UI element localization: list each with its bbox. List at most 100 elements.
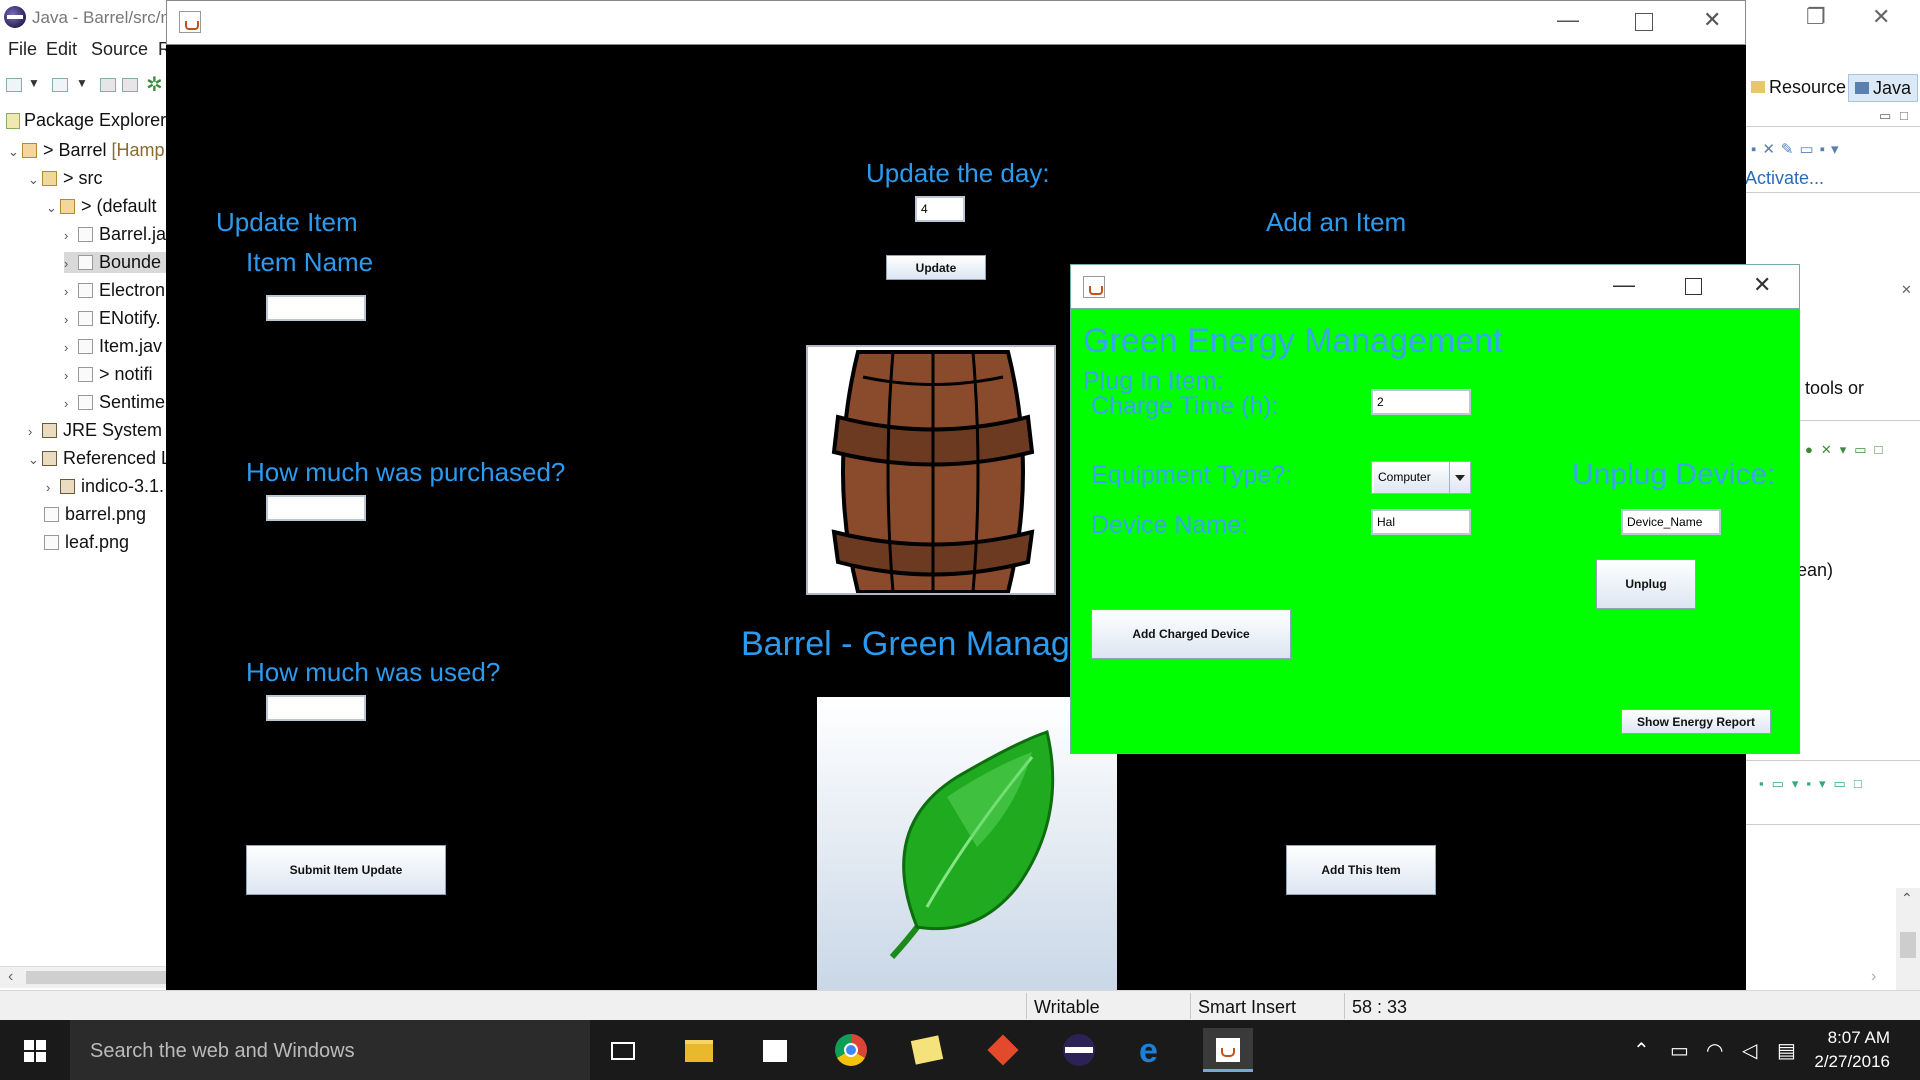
status-insert-mode: Smart Insert <box>1198 997 1297 1017</box>
main-title: Barrel - Green Manag <box>741 625 1070 663</box>
add-this-item-button[interactable]: Add This Item <box>1286 845 1436 895</box>
menu-file[interactable]: File <box>8 39 37 60</box>
tree-item-barrel[interactable]: ⌄ > Barrel [Hamp <box>8 140 165 161</box>
task-view-icon[interactable] <box>601 1028 645 1072</box>
chevron-down-icon[interactable]: ⌄ <box>46 200 60 216</box>
maximize-icon[interactable] <box>1635 13 1653 31</box>
tree-item-item-java[interactable]: › Item.jav <box>64 336 162 357</box>
save-all-icon[interactable] <box>122 78 138 92</box>
equipment-type-select[interactable]: Computer <box>1371 461 1471 494</box>
close-icon[interactable]: ✕ <box>1872 4 1890 30</box>
store-icon[interactable] <box>753 1028 797 1072</box>
wifi-icon[interactable]: ◠ <box>1706 1038 1723 1063</box>
battery-icon[interactable]: ▭ <box>1670 1038 1689 1063</box>
purchased-label: How much was purchased? <box>246 457 566 487</box>
item-name-input[interactable] <box>266 295 366 321</box>
tree-item-notifi[interactable]: › > notifi <box>64 364 153 385</box>
device-name-input[interactable]: Hal <box>1371 509 1471 535</box>
tree-item-barrel-java[interactable]: › Barrel.ja <box>64 224 166 245</box>
chevron-up-icon[interactable]: ⌃ <box>1901 890 1913 907</box>
library-icon <box>42 451 57 466</box>
problems-toolbar-icons[interactable]: ●✕▾▭□ <box>1805 442 1890 458</box>
chevron-up-icon[interactable]: ⌃ <box>1633 1038 1650 1063</box>
tree-item-jre[interactable]: › JRE System L <box>28 420 177 441</box>
volume-icon[interactable]: ◁ <box>1742 1038 1757 1063</box>
chevron-down-icon[interactable]: ▼ <box>28 76 40 90</box>
update-button[interactable]: Update <box>886 255 986 280</box>
maximize-icon[interactable]: □ <box>1900 108 1908 123</box>
restore-icon[interactable]: ❐ <box>1806 4 1826 30</box>
tree-item-leaf-png[interactable]: leaf.png <box>44 532 129 553</box>
close-icon[interactable]: ✕ <box>1901 282 1912 298</box>
image-file-icon <box>44 507 59 522</box>
chrome-icon[interactable] <box>829 1028 873 1072</box>
java-taskbar-icon[interactable] <box>1203 1028 1253 1072</box>
unplug-device-input[interactable]: Device_Name <box>1621 509 1721 535</box>
maximize-icon[interactable] <box>1685 278 1702 295</box>
taskbar-search[interactable]: Search the web and Windows <box>70 1020 590 1080</box>
chevron-down-icon[interactable]: ⌄ <box>28 172 42 188</box>
tree-item-src[interactable]: ⌄ > src <box>28 168 103 189</box>
minimize-icon[interactable]: — <box>1557 7 1579 33</box>
charge-time-input[interactable]: 2 <box>1371 389 1471 415</box>
used-input[interactable] <box>266 695 366 721</box>
outline-toolbar-icons[interactable]: ▪✕✎▭▪▾ <box>1751 140 1844 158</box>
purchased-input[interactable] <box>266 495 366 521</box>
git-icon[interactable] <box>981 1028 1025 1072</box>
save-icon[interactable] <box>100 78 116 92</box>
windows-start-icon[interactable] <box>24 1040 46 1062</box>
barrel-window-title-bar: — ✕ <box>166 0 1746 45</box>
tree-item-indico[interactable]: › indico-3.1. <box>46 476 164 497</box>
status-writable: Writable <box>1034 997 1100 1017</box>
tree-item-electron[interactable]: › Electron <box>64 280 165 301</box>
green-window-title: Green Energy Management <box>1083 322 1503 360</box>
minimize-icon[interactable]: — <box>1613 272 1635 298</box>
tree-item-barrel-png[interactable]: barrel.png <box>44 504 146 525</box>
chevron-left-icon[interactable]: ‹ <box>8 968 13 986</box>
chevron-down-icon[interactable]: ⌄ <box>28 452 42 468</box>
perspective-resource[interactable]: Resource <box>1745 74 1852 102</box>
chevron-down-icon[interactable]: ▼ <box>76 76 88 90</box>
submit-item-update-button[interactable]: Submit Item Update <box>246 845 446 895</box>
project-icon <box>22 143 37 158</box>
console-toolbar-icons[interactable]: ▪▭▾▪▾▭□ <box>1759 776 1870 792</box>
notifications-icon[interactable]: ▤ <box>1777 1038 1796 1063</box>
file-explorer-icon[interactable] <box>677 1028 721 1072</box>
day-input[interactable]: 4 <box>915 196 965 222</box>
menu-edit[interactable]: Edit <box>46 39 77 60</box>
open-icon[interactable] <box>52 78 68 92</box>
close-icon[interactable]: ✕ <box>1703 7 1721 33</box>
chevron-right-icon[interactable]: › <box>1871 968 1876 986</box>
tree-item-sentime[interactable]: › Sentime <box>64 392 165 413</box>
run-config-icon[interactable]: ✲ <box>146 72 163 97</box>
chevron-down-icon[interactable] <box>1450 462 1470 493</box>
perspective-java[interactable]: Java <box>1848 74 1919 102</box>
edge-icon[interactable]: e <box>1133 1028 1177 1072</box>
image-file-icon <box>44 535 59 550</box>
eclipse-taskbar-icon[interactable] <box>1057 1028 1101 1072</box>
java-file-icon <box>78 255 93 270</box>
minimize-icon[interactable]: ▭ <box>1879 108 1891 124</box>
close-icon[interactable]: ✕ <box>1753 272 1771 298</box>
charge-time-label: Charge Time (h): <box>1091 392 1279 420</box>
tree-item-default-package[interactable]: ⌄ > (default <box>46 196 157 217</box>
add-charged-device-button[interactable]: Add Charged Device <box>1091 609 1291 659</box>
java-file-icon <box>78 339 93 354</box>
tree-item-referenced[interactable]: ⌄ Referenced L <box>28 448 171 469</box>
tree-item-enotify[interactable]: › ENotify. <box>64 308 161 329</box>
scrollbar-thumb[interactable] <box>1900 932 1916 958</box>
eclipse-toolbar: ▼ ▼ ✲ <box>0 68 170 102</box>
new-icon[interactable] <box>6 78 22 92</box>
horizontal-scrollbar[interactable]: ‹ <box>0 966 166 988</box>
show-energy-report-button[interactable]: Show Energy Report <box>1621 709 1771 734</box>
update-day-label: Update the day: <box>866 158 1050 188</box>
clock[interactable]: 8:07 AM 2/27/2016 <box>1814 1026 1890 1074</box>
activate-link[interactable]: Activate... <box>1745 168 1824 189</box>
chevron-down-icon[interactable]: ⌄ <box>8 144 22 160</box>
unplug-button[interactable]: Unplug <box>1596 559 1696 609</box>
menu-source[interactable]: Source <box>91 39 148 60</box>
tree-item-bounded[interactable]: › Bounde <box>64 252 170 273</box>
sticky-notes-icon[interactable] <box>905 1028 949 1072</box>
scrollbar-thumb[interactable] <box>26 971 166 984</box>
package-explorer-tab[interactable]: Package Explorer <box>0 104 170 134</box>
